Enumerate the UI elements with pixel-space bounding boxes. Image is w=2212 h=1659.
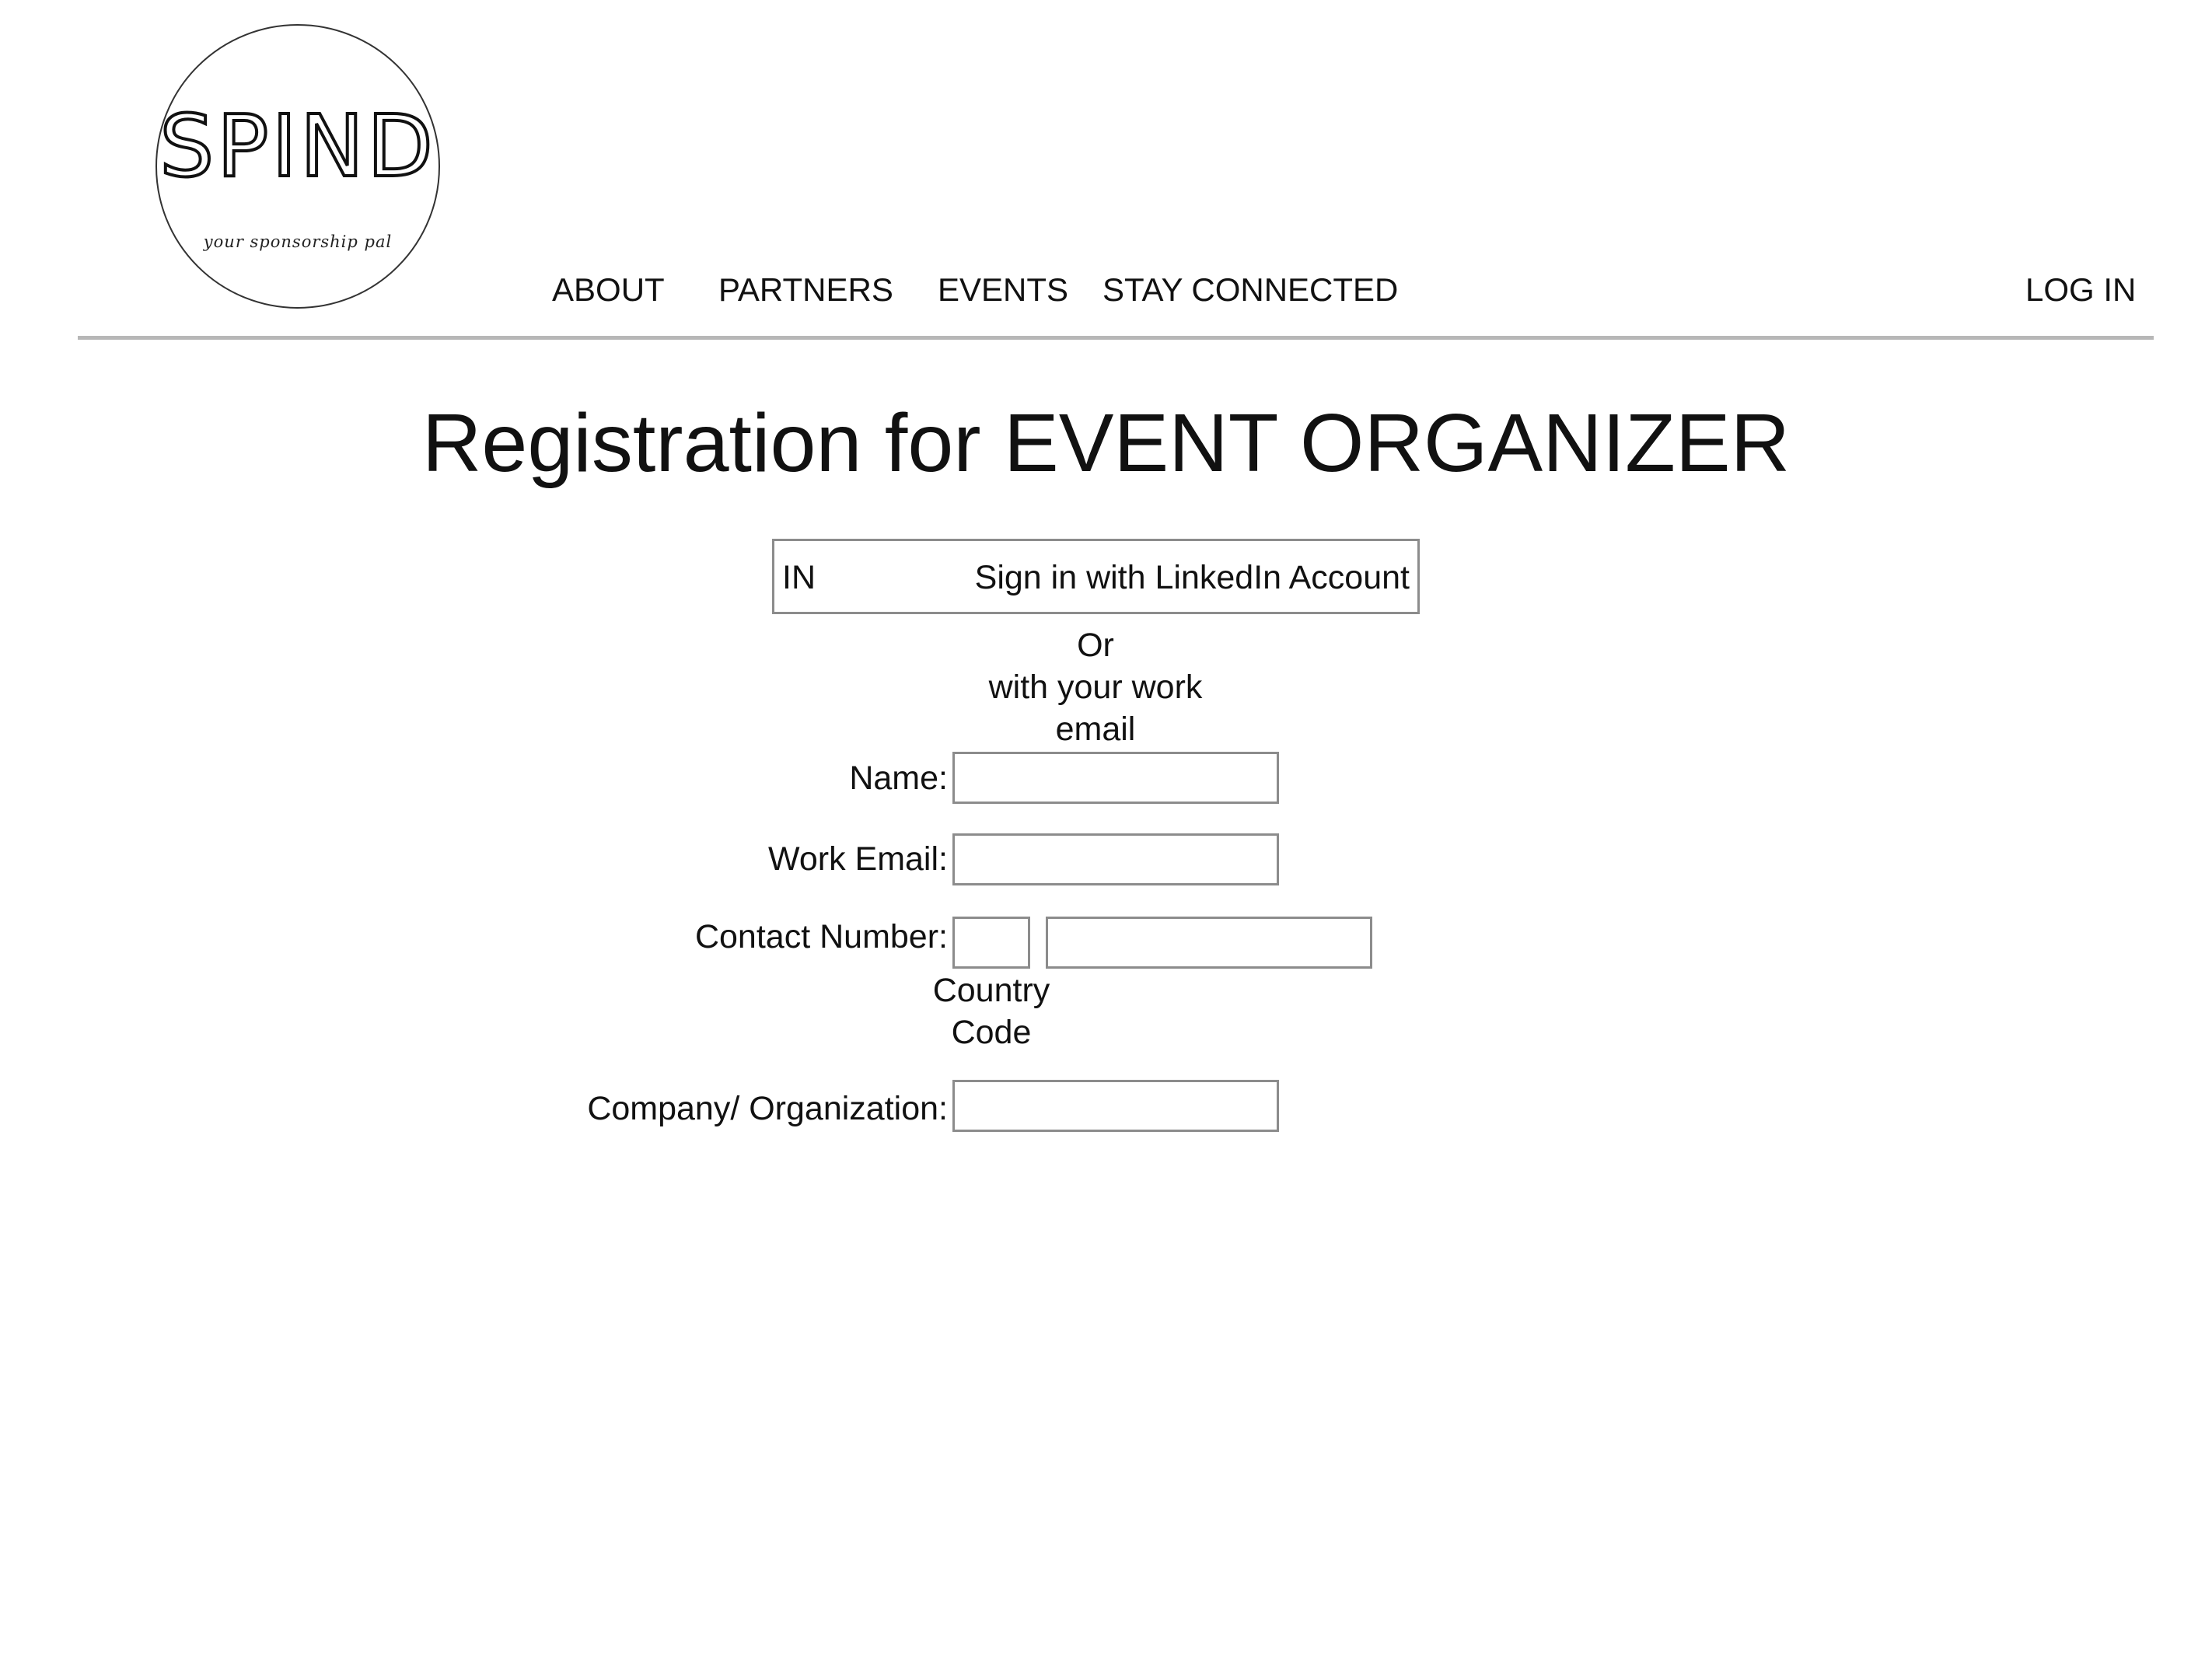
nav-partners[interactable]: PARTNERS [718,271,893,309]
header-divider [78,336,2154,340]
nav-stay-connected[interactable]: STAY CONNECTED [1103,271,1398,309]
company-field[interactable] [952,1080,1279,1132]
page-title: Registration for EVENT ORGANIZER [421,397,1791,489]
company-label: Company/ Organization: [587,1090,948,1127]
work-email-field[interactable] [952,833,1279,885]
login-link[interactable]: LOG IN [2025,271,2136,309]
nav-events[interactable]: EVENTS [938,271,1068,309]
linkedin-signin-label: Sign in with LinkedIn Account [974,559,1410,596]
country-code-caption-line: Country [932,972,1050,1009]
country-code-caption: Country Code [914,969,1069,1053]
or-separator-line: Or [1077,627,1114,664]
work-email-label: Work Email: [768,840,948,878]
or-separator-line: email [1055,711,1136,748]
name-field[interactable] [952,752,1279,804]
country-code-caption-line: Code [951,1014,1032,1051]
country-code-field[interactable] [952,917,1030,969]
logo-tagline: your sponsorship pal [203,232,393,251]
contact-number-label: Contact Number: [694,918,948,955]
logo-wordmark: SPIND [158,96,436,196]
linkedin-icon: IN [782,559,816,596]
contact-number-field[interactable] [1046,917,1372,969]
or-separator-line: with your work [988,669,1203,706]
nav-about[interactable]: ABOUT [552,271,665,309]
name-label: Name: [849,760,948,797]
or-separator: Or with your work email [940,624,1251,750]
logo[interactable]: SPIND your sponsorship pal [156,24,440,309]
linkedin-signin-button[interactable]: IN Sign in with LinkedIn Account [772,539,1420,614]
